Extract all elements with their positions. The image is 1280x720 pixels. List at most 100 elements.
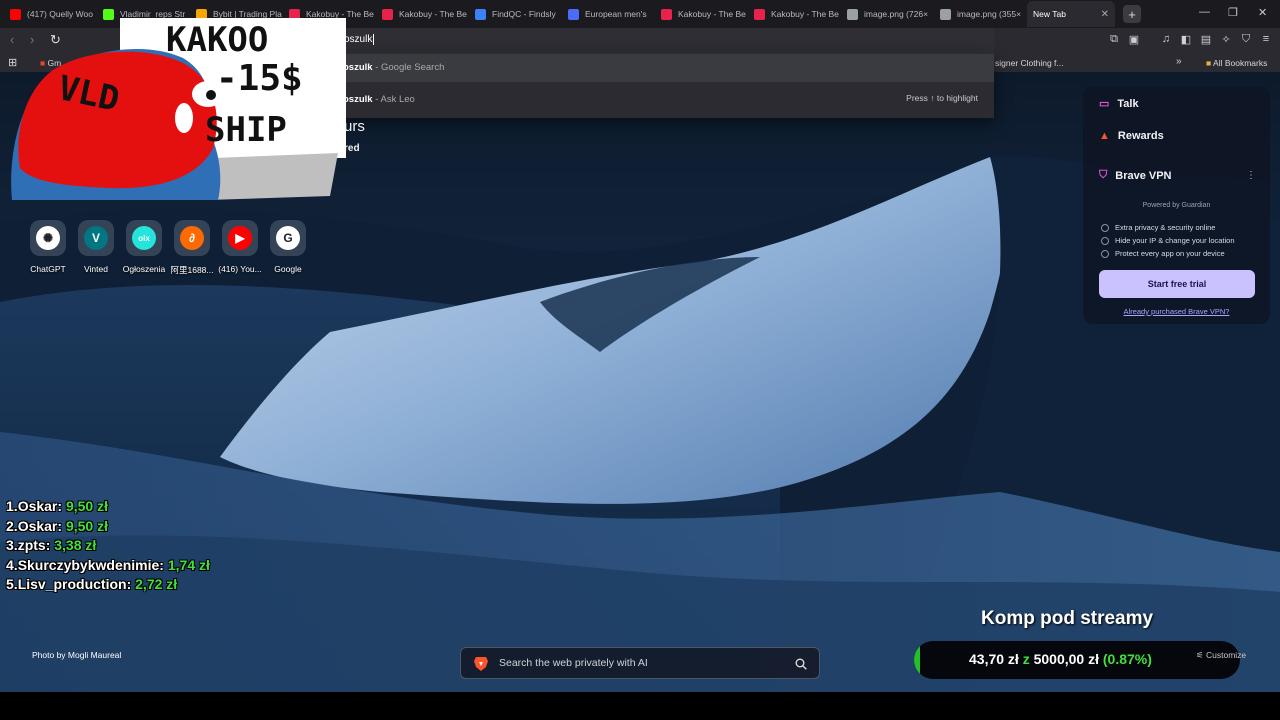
wallet-icon[interactable]: ▤ [1200,33,1212,46]
bookmark-designer-clothing[interactable]: signer Clothing f... [995,58,1064,68]
photo-credit[interactable]: Photo by Mogli Maureal [32,650,121,660]
suggestion-google-search[interactable]: oszulk - Google Search [337,54,994,82]
leaderboard-rank: 5. [6,576,18,592]
start-free-trial-button[interactable]: Start free trial [1099,270,1255,298]
leaderboard-rank: 1. [6,498,18,514]
tab-search-icon[interactable]: ▣ [1128,33,1140,46]
tab-title: image.png (355× [957,9,1022,19]
vpn-shield-icon[interactable]: ⛉ [1240,33,1252,45]
shortcut-google[interactable]: G Google [266,220,310,274]
already-purchased-link[interactable]: Already purchased Brave VPN? [1083,307,1270,316]
goal-separator: z [1022,651,1030,667]
customize-button[interactable]: ⚟ Customize [1196,650,1246,661]
google-icon: G [276,226,300,250]
chatgpt-icon: ✺ [36,226,60,250]
talk-icon: ▭ [1099,98,1110,110]
sticker-text-line3: SHIP [205,110,287,150]
vpn-feature: Extra privacy & security online [1101,223,1215,232]
tab-10[interactable]: image.png (726× [841,1,934,27]
bookmarks-overflow-icon[interactable]: » [1176,56,1182,67]
check-icon [1101,249,1109,258]
leaderboard-row: 5.Lisv_production: 2,72 zł [6,576,210,596]
tab-close-icon[interactable]: ✕ [1101,9,1109,20]
tab-6[interactable]: FindQC - Findsly [469,1,562,27]
window-close-icon[interactable]: ✕ [1258,6,1267,19]
shortcut-label: Vinted [84,264,108,274]
tab-title: Kakobuy - The Be [678,9,746,19]
talk-row[interactable]: ▭ Talk [1099,97,1139,111]
suggestion-query: oszulk [343,94,373,105]
powered-by-text: Powered by Guardian [1142,202,1211,209]
shortcut-ogoszenia[interactable]: olx Ogłoszenia [122,220,166,274]
shortcut-label: (416) You... [218,264,262,274]
plus-icon: + [1128,6,1136,22]
tab-12[interactable]: New Tab ✕ [1027,1,1115,27]
vpn-feature-text: Hide your IP & change your location [1115,236,1235,245]
leo-icon[interactable]: ✧ [1220,33,1232,46]
vpn-feature-text: Extra privacy & security online [1115,223,1216,232]
sliders-icon: ⚟ [1196,650,1204,660]
vpn-feature: Hide your IP & change your location [1101,236,1235,245]
sticker-text-line2: -15$ [216,58,303,99]
restore-icon[interactable]: ❐ [1228,6,1238,19]
leaderboard-row: 4.Skurczybykwdenimie: 1,74 zł [6,557,210,577]
stream-overlay-sticker: KAKOO -15$ SHIP VLD [8,18,346,200]
text-cursor [373,34,375,45]
globe-icon [847,8,858,20]
address-bar-input[interactable]: oszulk [337,28,994,52]
shortcut-vinted[interactable]: V Vinted [74,220,118,274]
tab-title: FindQC - Findsly [492,9,556,19]
media-icon[interactable]: ♫ [1160,33,1172,45]
shortcut-label: Google [274,264,302,274]
card-partial-title: urs [344,118,365,135]
brave-lion-icon [474,656,488,676]
new-tab-button[interactable]: + [1123,5,1141,23]
shortcut-416you[interactable]: ▶ (416) You... [218,220,262,274]
tab-7[interactable]: European men's [562,1,655,27]
rewards-icon: ▲ [1099,130,1110,142]
alibaba-icon: ∂ [180,226,204,250]
suggestion-ask-leo[interactable]: oszulk - Ask Leo [337,86,994,114]
sticker-text-line1: KAKOO [166,20,269,60]
search-icon[interactable] [795,657,807,675]
kakobuy-icon [754,8,765,20]
shortcut-1688[interactable]: ∂ 阿里1688... [170,220,214,276]
vinted-icon: V [84,226,108,250]
vpn-row: ⛉ Brave VPN [1099,169,1172,182]
tab-title: European men's [585,9,647,19]
leaderboard-amount: 2,72 zł [135,576,178,592]
shortcut-tile: ▶ [222,220,258,256]
vpn-feature: Protect every app on your device [1101,249,1225,258]
shortcut-chatgpt[interactable]: ✺ ChatGPT [26,220,70,274]
menu-icon[interactable]: ≡ [1260,33,1272,45]
card-partial-subtitle: red [344,143,360,154]
leaderboard-amount: 1,74 zł [167,556,210,573]
leaderboard-row: 1.Oskar: 9,50 zł [6,498,210,518]
tab-9[interactable]: Kakobuy - The Be [748,1,841,27]
shortcut-tile: ✺ [30,220,66,256]
tab-title: Kakobuy - The Be [399,9,467,19]
leaderboard-row: 3.zpts: 3,38 zł [6,537,210,557]
olx-icon: olx [132,226,156,250]
goal-progress-text: 43,70 zł z 5000,00 zł (0.87%) [969,651,1152,667]
globe-icon [940,8,951,20]
brave-search-box[interactable]: Search the web privately with AI [460,647,820,679]
rewards-row[interactable]: ▲ Rewards [1099,130,1164,142]
leaderboard-name: Oskar: [17,517,63,534]
search-placeholder: Search the web privately with AI [499,657,648,669]
suggestion-query: oszulk [343,62,373,73]
rewards-label: Rewards [1117,130,1164,142]
all-bookmarks-button[interactable]: ■ All Bookmarks [1206,58,1267,68]
tab-5[interactable]: Kakobuy - The Be [376,1,469,27]
tab-8[interactable]: Kakobuy - The Be [655,1,748,27]
tab-11[interactable]: image.png (355× [934,1,1027,27]
taskbar-strip [0,692,1280,720]
minimize-icon[interactable]: — [1199,6,1210,18]
extensions-icon[interactable]: ⧉ [1108,33,1120,45]
folder-icon: ■ [1206,58,1212,68]
leaderboard-row: 2.Oskar: 9,50 zł [6,518,210,538]
sidebar-icon[interactable]: ◧ [1180,33,1192,46]
more-options-icon[interactable]: ⋮ [1246,170,1256,181]
suggestion-source: - Ask Leo [372,94,415,105]
leaderboard-amount: 9,50 zł [65,498,108,514]
